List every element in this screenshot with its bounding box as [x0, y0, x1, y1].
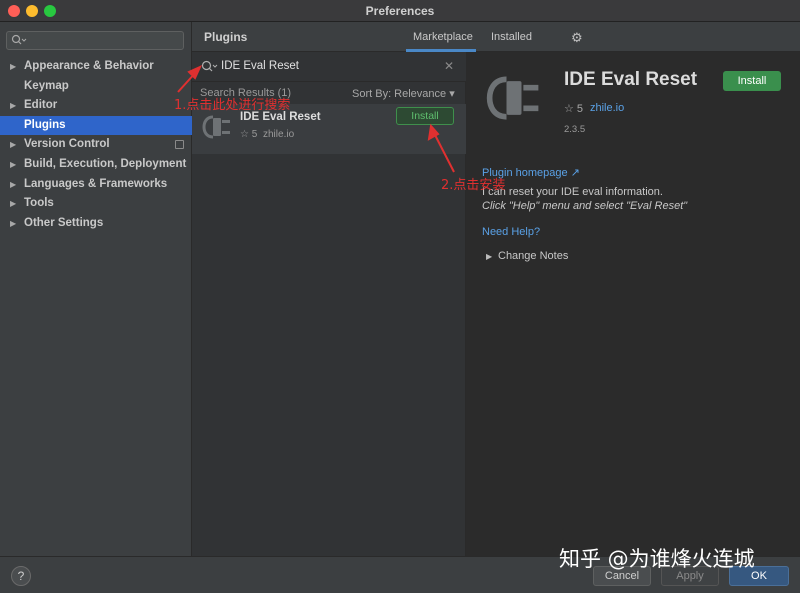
- sidebar-item-label: Build, Execution, Deployment: [24, 157, 187, 170]
- change-notes-toggle[interactable]: Change Notes: [498, 250, 568, 262]
- plugin-detail-panel: IDE Eval Reset Install ☆ 5 zhile.io 2.3.…: [466, 52, 800, 556]
- project-settings-icon: [175, 140, 184, 150]
- chevron-right-icon: ▶: [10, 179, 17, 189]
- chevron-right-icon: ▶: [10, 218, 17, 228]
- sidebar-item-label: Tools: [24, 197, 54, 210]
- plugin-search-input[interactable]: IDE Eval Reset ✕: [192, 52, 466, 82]
- sidebar-item-editor[interactable]: ▶ Editor: [0, 96, 192, 116]
- plugin-description: I can reset your IDE eval information.: [482, 186, 663, 198]
- need-help-link[interactable]: Need Help?: [482, 226, 540, 238]
- sidebar-item-appearance-behavior[interactable]: ▶ Appearance & Behavior: [0, 57, 192, 77]
- plugin-vendor: zhile.io: [263, 129, 295, 140]
- clear-icon[interactable]: ✕: [444, 59, 454, 73]
- gear-icon[interactable]: ⚙: [571, 30, 583, 46]
- window-titlebar: Preferences: [0, 0, 800, 22]
- detail-rating: ☆ 5: [564, 103, 584, 115]
- tab-marketplace[interactable]: Marketplace: [413, 31, 473, 43]
- help-button[interactable]: ?: [11, 566, 31, 586]
- sidebar-item-label: Appearance & Behavior: [24, 60, 154, 72]
- sidebar-item-plugins[interactable]: Plugins: [0, 115, 192, 136]
- sort-label: Sort By: Relevance: [352, 88, 447, 100]
- watermark: 知乎 @为谁烽火连城: [559, 547, 755, 571]
- plugin-search-value: IDE Eval Reset: [221, 60, 299, 72]
- detail-install-button[interactable]: Install: [723, 71, 781, 91]
- sidebar-item-tools[interactable]: ▶ Tools: [0, 194, 192, 214]
- search-icon: [11, 34, 27, 45]
- sidebar-item-label: Languages & Frameworks: [24, 177, 168, 190]
- plugin-icon: [202, 115, 230, 139]
- search-icon: [201, 60, 218, 72]
- sidebar-item-other-settings[interactable]: ▶ Other Settings: [0, 214, 192, 234]
- chevron-right-icon: ▶: [10, 159, 17, 169]
- plugin-description-hint: Click "Help" menu and select "Eval Reset…: [482, 200, 688, 212]
- chevron-right-icon: ▶: [10, 199, 17, 209]
- sidebar-item-label: Editor: [24, 99, 58, 112]
- chevron-right-icon: ▶: [10, 62, 17, 71]
- sort-dropdown[interactable]: Sort By: Relevance ▾: [352, 87, 455, 100]
- sidebar-item-keymap[interactable]: Keymap: [0, 77, 192, 97]
- plugin-rating: ☆ 5: [240, 129, 258, 140]
- plugin-icon: [486, 76, 539, 120]
- detail-vendor-link[interactable]: zhile.io: [590, 102, 624, 114]
- chevron-right-icon[interactable]: ▶: [486, 252, 492, 261]
- annotation-step2: 2.点击安装: [441, 178, 506, 193]
- sidebar-item-label: Version Control: [24, 138, 110, 151]
- plugins-header: Plugins Marketplace Installed ⚙: [192, 22, 800, 52]
- chevron-right-icon: ▶: [10, 101, 17, 111]
- detail-plugin-name: IDE Eval Reset: [564, 69, 698, 90]
- chevron-right-icon: ▶: [10, 140, 17, 150]
- sidebar-item-languages-frameworks[interactable]: ▶ Languages & Frameworks: [0, 175, 192, 195]
- tab-installed[interactable]: Installed: [491, 31, 532, 43]
- detail-version: 2.3.5: [564, 124, 586, 135]
- annotation-step1: 1.点击此处进行搜索: [174, 98, 291, 113]
- sidebar-item-version-control[interactable]: ▶ Version Control: [0, 135, 192, 155]
- install-button[interactable]: Install: [396, 107, 454, 125]
- plugin-list-panel: IDE Eval Reset ✕ Search Results (1) Sort…: [192, 52, 466, 556]
- sidebar-item-label: Keymap: [24, 79, 69, 92]
- sidebar-item-label: Plugins: [24, 118, 66, 131]
- settings-nav: ▶ Appearance & Behavior Keymap ▶ Editor …: [0, 57, 192, 233]
- page-title: Plugins: [204, 30, 248, 44]
- settings-search-input[interactable]: [6, 31, 184, 50]
- settings-sidebar: ▶ Appearance & Behavior Keymap ▶ Editor …: [0, 22, 192, 556]
- window-title: Preferences: [365, 4, 435, 18]
- sidebar-item-label: Other Settings: [24, 216, 104, 229]
- sidebar-item-build-execution-deployment[interactable]: ▶ Build, Execution, Deployment: [0, 155, 192, 175]
